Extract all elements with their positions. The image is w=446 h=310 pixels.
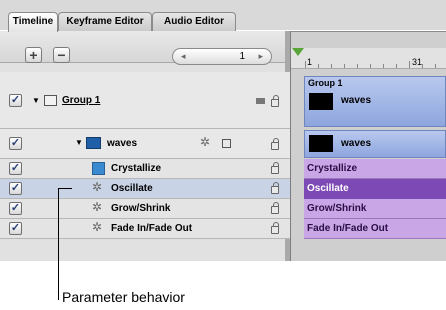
lock-icon[interactable] [271,202,279,214]
layer-name: Crystallize [111,163,162,174]
layer-row-fade-in-fade-out[interactable]: ✓ ✲ Fade In/Fade Out [0,219,290,239]
layer-row-group-1[interactable]: ✓ ▼ Group 1 [0,72,290,129]
callout-line-horizontal [58,188,72,189]
track-fade-in-fade-out[interactable]: Fade In/Fade Out [304,219,446,239]
lock-icon[interactable] [271,222,279,234]
tab-timeline[interactable]: Timeline [8,12,58,32]
layer-row-waves[interactable]: ✓ ▼ waves ✲ [0,129,290,159]
grow-shrink-checkbox[interactable]: ✓ [9,202,22,215]
layer-type-icon [256,98,265,104]
clip-label: waves [341,138,372,149]
stepper-left-arrow-icon[interactable]: ◂ [181,51,186,62]
lock-icon[interactable] [271,95,279,107]
track-waves[interactable]: waves [304,130,446,158]
ruler-start-label: 1 [307,57,313,67]
layer-name: Fade In/Fade Out [111,223,193,234]
timeline-ruler: 1 31 [291,48,446,69]
layer-name: Group 1 [62,95,101,106]
gear-icon[interactable]: ✲ [200,135,210,149]
clip-label: waves [341,95,372,106]
behavior-gear-icon: ✲ [92,200,103,214]
layer-name: Oscillate [111,183,153,194]
clip-thumbnail [309,93,333,110]
stepper-right-arrow-icon[interactable]: ▸ [258,51,263,62]
layer-name: Grow/Shrink [111,203,171,214]
clip-thumbnail [309,135,333,152]
behavior-gear-icon: ✲ [92,220,103,234]
layer-name: waves [107,138,138,149]
layer-row-grow-shrink[interactable]: ✓ ✲ Grow/Shrink [0,199,290,219]
disclosure-triangle-icon[interactable]: ▼ [32,96,40,105]
filter-icon [92,162,105,175]
remove-button[interactable]: − [53,47,70,63]
tab-keyframe-editor[interactable]: Keyframe Editor [58,12,152,32]
stepper-value: 1 [239,51,245,62]
track-oscillate[interactable]: Oscillate [304,179,446,199]
track-crystallize[interactable]: Crystallize [304,159,446,179]
lock-icon[interactable] [271,162,279,174]
ruler-mark-label: 31 [412,57,423,67]
track-label: Group 1 [308,78,343,88]
behavior-gear-icon: ✲ [92,180,103,194]
oscillate-checkbox[interactable]: ✓ [9,182,22,195]
callout-label: Parameter behavior [62,289,185,305]
playhead-icon[interactable] [292,48,304,56]
image-layer-icon [86,137,101,149]
crystallize-checkbox[interactable]: ✓ [9,162,22,175]
fade-checkbox[interactable]: ✓ [9,222,22,235]
layer-row-crystallize[interactable]: ✓ Crystallize [0,159,290,179]
waves-checkbox[interactable]: ✓ [9,137,22,150]
layer-row-oscillate[interactable]: ✓ ✲ Oscillate [0,179,290,199]
disclosure-triangle-icon[interactable]: ▼ [75,138,83,147]
track-group-1[interactable]: Group 1 waves [304,76,446,127]
lock-icon[interactable] [271,182,279,194]
lock-icon[interactable] [271,138,279,150]
mask-icon[interactable] [222,139,231,148]
add-button[interactable]: + [25,47,42,63]
group-icon [44,95,57,106]
track-grow-shrink[interactable]: Grow/Shrink [304,199,446,219]
frame-stepper[interactable]: ◂ 1 ▸ [172,48,272,65]
group-1-checkbox[interactable]: ✓ [9,94,22,107]
tab-audio-editor[interactable]: Audio Editor [152,12,236,32]
callout-line [58,188,59,300]
